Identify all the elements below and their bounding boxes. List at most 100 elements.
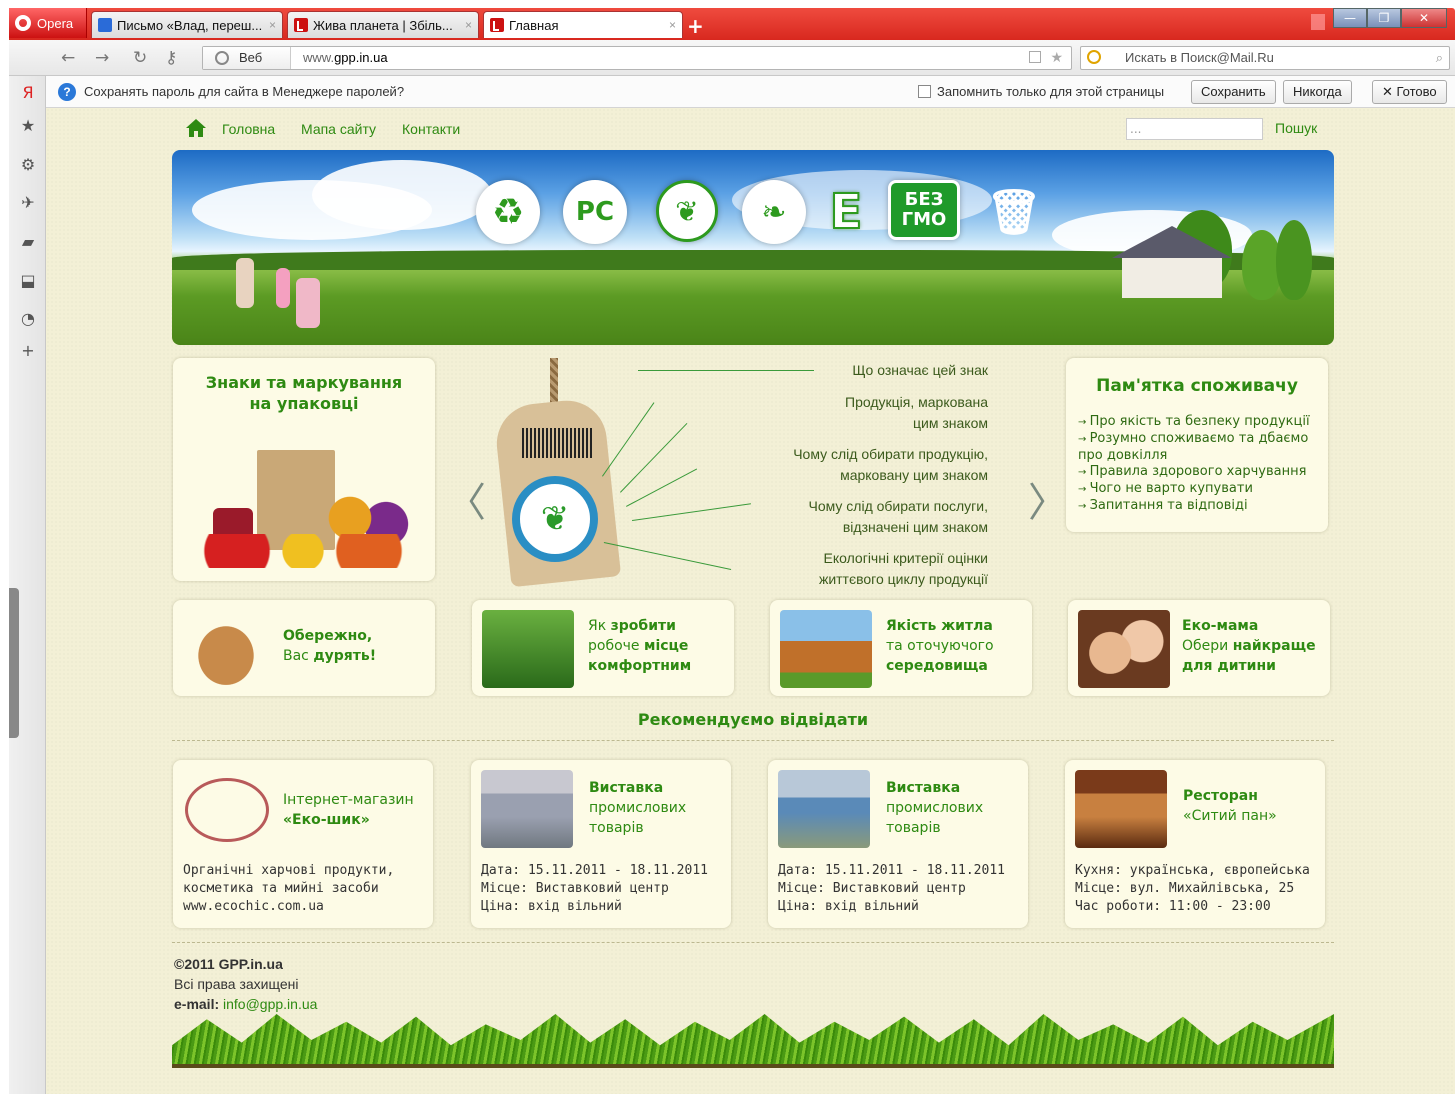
footer: ©2011 GPP.in.ua Всі права захищені e-mai…	[174, 954, 317, 1014]
promo-text-bold: комфортним	[588, 658, 692, 674]
bookmarks-star-icon[interactable]: ★	[19, 117, 37, 135]
remember-page-label[interactable]: Запомнить только для этой страницы	[937, 84, 1164, 99]
promo-card-workplace[interactable]: Як зробити робоче місце комфортним	[472, 600, 734, 696]
promo-text: Еко-мама Обери найкраще для дитини	[1182, 616, 1316, 676]
sidebar-handle[interactable]	[9, 588, 19, 738]
key-icon[interactable]: ⚷	[165, 48, 177, 68]
tag-question-4[interactable]: Чому слід обирати послуги, відзначені цим…	[809, 496, 989, 538]
recommend-card-exhibition-1[interactable]: Виставка промислових товарів Дата: 15.11…	[471, 760, 731, 928]
back-icon[interactable]: ←	[61, 48, 75, 68]
tab-close-icon[interactable]: ×	[465, 18, 472, 32]
recommend-card-eco-shik[interactable]: Інтернет-магазин «Еко-шик» Органічні хар…	[173, 760, 433, 928]
eco-certificate-icon: ❦	[512, 476, 598, 562]
footer-copyright: ©2011 GPP.in.ua	[174, 956, 283, 972]
tag-question-line: життєвого циклу продукції	[818, 571, 988, 587]
exhibition-photo	[481, 770, 573, 848]
memo-item[interactable]: Чого не варто купувати	[1078, 481, 1328, 498]
site-search-button[interactable]: Пошук	[1275, 120, 1317, 136]
notes-icon[interactable]: ▰	[19, 233, 37, 251]
address-mode[interactable]: Веб	[203, 47, 291, 69]
memo-item[interactable]: Про якість та безпеку продукції	[1078, 414, 1328, 431]
rec-title: Інтернет-магазин «Еко-шик»	[283, 790, 414, 830]
yandex-icon[interactable]: Я	[19, 84, 37, 102]
search-engine-icon[interactable]	[1087, 50, 1101, 64]
forward-icon[interactable]: →	[95, 48, 109, 68]
mother-child-image	[1078, 610, 1170, 688]
promo-text-bold: Еко-мама	[1182, 618, 1259, 634]
rec-title-line: Виставка	[589, 780, 664, 796]
nav-sitemap[interactable]: Мапа сайту	[301, 121, 376, 137]
rec-title: Виставка промислових товарів	[886, 778, 983, 838]
tag-question-line: цим знаком	[913, 415, 988, 431]
home-icon[interactable]	[185, 118, 207, 138]
nav-home[interactable]: Головна	[222, 121, 275, 137]
carousel-next-icon[interactable]: 〉	[1028, 470, 1068, 528]
tab-title: Главная	[509, 17, 559, 33]
opera-page-icon	[294, 18, 308, 32]
rec-title-line: товарів	[886, 820, 941, 836]
close-window-icon[interactable]: ✕	[1401, 8, 1447, 28]
tag-question-5[interactable]: Екологічні критерії оцінки життєвого цикл…	[819, 548, 988, 590]
add-panel-icon[interactable]: +	[19, 342, 37, 360]
opera-label: Opera	[37, 15, 74, 31]
minimize-icon[interactable]: —	[1333, 8, 1367, 28]
bookmark-star-icon[interactable]: ★	[1050, 49, 1063, 66]
remember-page-checkbox[interactable]	[918, 85, 931, 98]
downloads-icon[interactable]: ⬓	[19, 272, 37, 290]
history-icon[interactable]: ◔	[19, 310, 37, 328]
opera-menu-button[interactable]: Opera	[9, 8, 87, 38]
search-icon[interactable]: ⌕	[1436, 47, 1443, 69]
eco-cert-icon: ❦	[656, 180, 718, 242]
reload-icon[interactable]: ↻	[133, 48, 147, 68]
divider	[172, 942, 1334, 943]
memo-item[interactable]: Запитання та відповіді	[1078, 498, 1328, 515]
unite-icon[interactable]: ✈	[19, 194, 37, 212]
tag-question-line: марковану цим знаком	[840, 467, 988, 483]
tab-mail[interactable]: Письмо «Влад, переш... ×	[91, 11, 283, 38]
signs-card[interactable]: Знаки та маркування на упаковці	[173, 358, 435, 581]
url-domain: gpp.in.ua	[334, 50, 388, 65]
recommend-card-restaurant[interactable]: Ресторан «Ситий пан» Кухня: українська, …	[1065, 760, 1325, 928]
tag-question-2[interactable]: Продукція, маркована цим знаком	[845, 392, 988, 434]
tag-line	[632, 503, 751, 521]
globe-icon	[215, 51, 229, 65]
promo-card-fooled[interactable]: Обережно, Вас дурять!	[173, 600, 435, 696]
leaf-icon: ❧	[742, 180, 806, 244]
memo-item[interactable]: Розумно споживаємо та дбаємо про довкілл…	[1078, 431, 1328, 464]
tab-close-icon[interactable]: ×	[669, 18, 676, 32]
recommend-card-exhibition-2[interactable]: Виставка промислових товарів Дата: 15.11…	[768, 760, 1028, 928]
tag-question-1[interactable]: Що означає цей знак	[852, 360, 988, 381]
never-button[interactable]: Никогда	[1283, 80, 1352, 104]
feed-icon[interactable]	[1029, 51, 1041, 63]
gear-icon[interactable]: ⚙	[19, 156, 37, 174]
tag-question-3[interactable]: Чому слід обирати продукцію, марковану ци…	[793, 444, 988, 486]
nav-contacts[interactable]: Контакти	[402, 121, 460, 137]
url-prefix: www.	[303, 50, 335, 65]
tab-zhyva-planeta[interactable]: Жива планета | Збіль... ×	[287, 11, 479, 38]
promo-card-eco-mom[interactable]: Еко-мама Обери найкраще для дитини	[1068, 600, 1330, 696]
save-password-button[interactable]: Сохранить	[1191, 80, 1276, 104]
grass-strip	[172, 1014, 1334, 1066]
done-button[interactable]: ✕ Готово	[1372, 80, 1447, 104]
memo-title: Пам'ятка споживачу	[1096, 376, 1298, 396]
rec-info-line: www.ecochic.com.ua	[183, 899, 324, 914]
tab-glavnaya[interactable]: Главная ×	[483, 11, 683, 38]
carousel-prev-icon[interactable]: 〈	[446, 470, 486, 528]
rec-title-line: «Еко-шик»	[283, 812, 370, 828]
promo-card-housing[interactable]: Якість житла та оточуючого середовища	[770, 600, 1032, 696]
trash-icon[interactable]	[1311, 14, 1325, 30]
tab-close-icon[interactable]: ×	[269, 18, 276, 32]
footer-email-link[interactable]: info@gpp.in.ua	[223, 996, 317, 1012]
address-field[interactable]: Веб www.gpp.in.ua ★	[202, 46, 1072, 70]
url-text[interactable]: www.gpp.in.ua	[303, 47, 388, 69]
maximize-icon[interactable]: ❐	[1367, 8, 1401, 28]
rec-info-line: косметика та мийні засоби	[183, 881, 379, 896]
e-mark-label: E	[829, 183, 864, 241]
memo-item[interactable]: Правила здорового харчування	[1078, 464, 1328, 481]
divider	[172, 740, 1334, 741]
search-field[interactable]: Искать в Поиск@Mail.Ru ⌕	[1080, 46, 1450, 70]
tab-title: Жива планета | Збіль...	[313, 17, 453, 33]
site-search-input[interactable]: ...	[1126, 118, 1263, 140]
tag-line	[603, 542, 732, 571]
new-tab-button[interactable]: +	[687, 14, 704, 38]
